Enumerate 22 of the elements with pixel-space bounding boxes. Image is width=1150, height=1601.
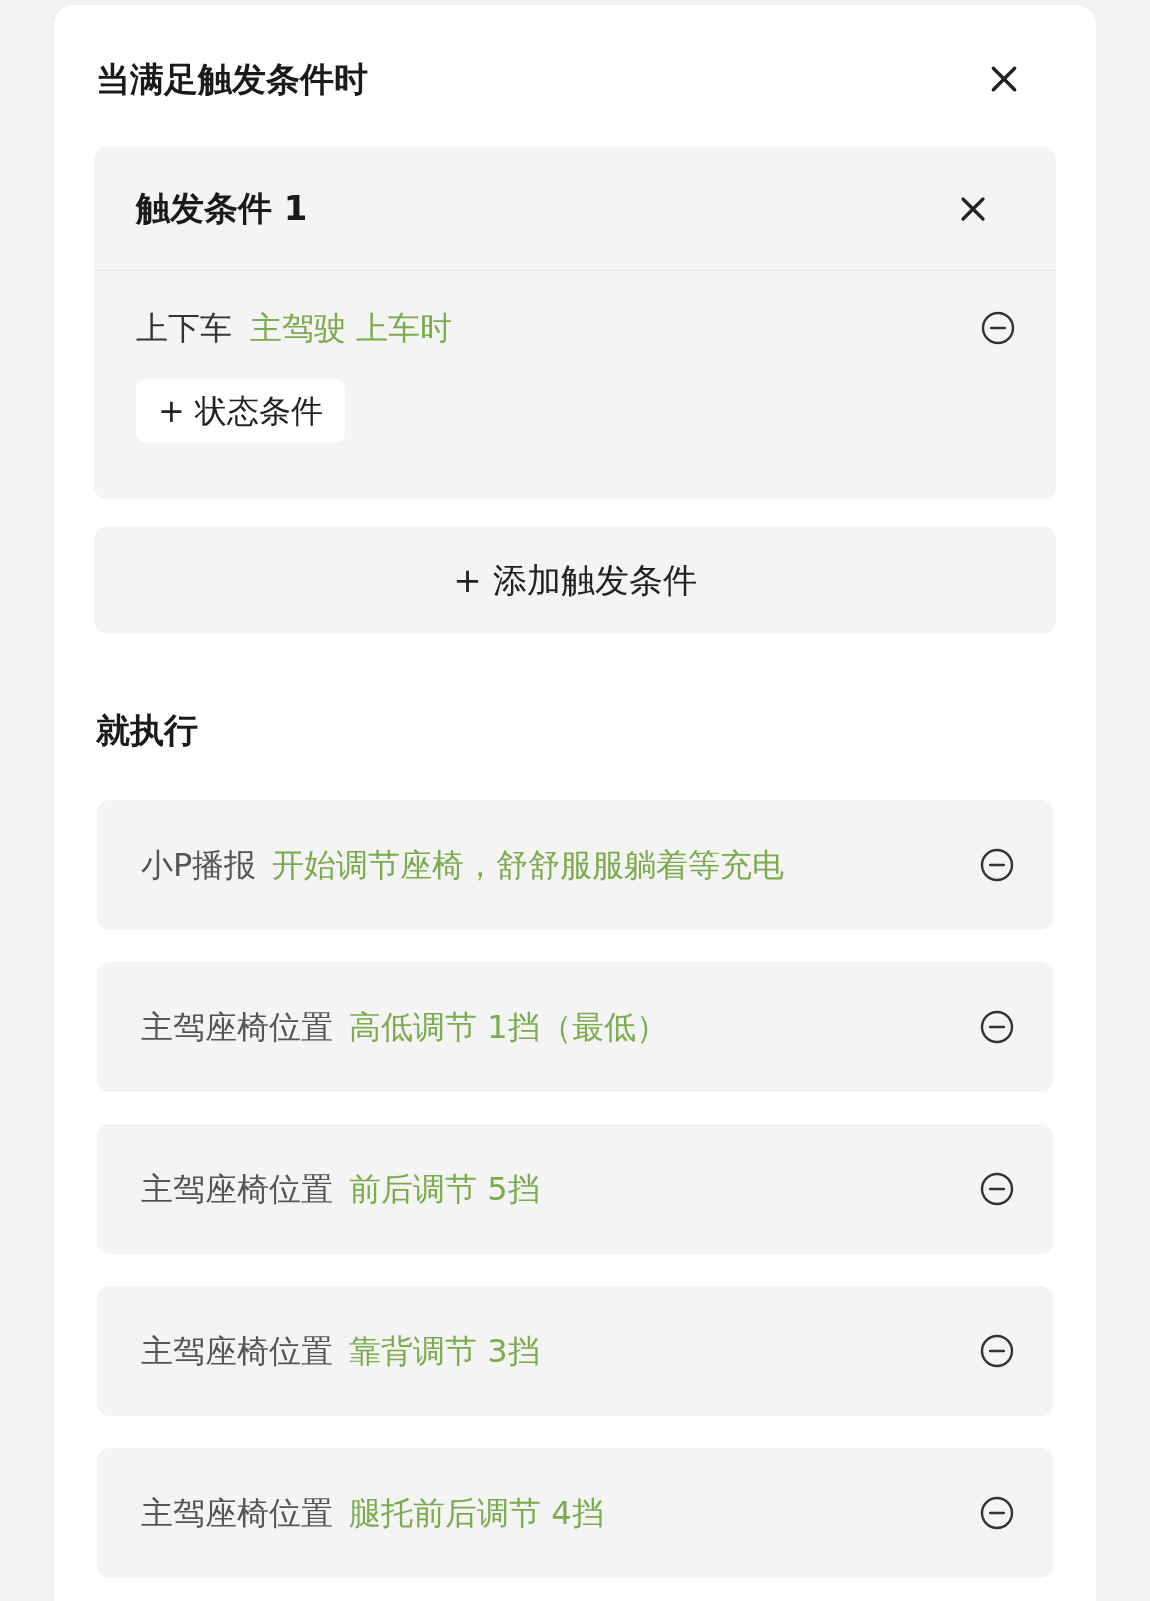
remove-icon[interactable] [979,1009,1015,1045]
remove-icon[interactable] [979,1171,1015,1207]
condition-text: 上下车 主驾驶 上车时 [136,308,453,349]
section-title: 当满足触发条件时 [96,57,368,101]
action-text: 主驾座椅位置 靠背调节 3挡 [141,1331,540,1372]
action-text: 主驾座椅位置 高低调节 1挡（最低） [141,1007,668,1048]
action-card[interactable]: 主驾座椅位置 靠背调节 3挡 [97,1286,1053,1416]
remove-icon[interactable] [979,1333,1015,1369]
action-card[interactable]: 主驾座椅位置 高低调节 1挡（最低） [97,962,1053,1092]
action-text: 小P播报 开始调节座椅，舒舒服服躺着等充电 [141,845,785,886]
add-state-condition-button[interactable]: + 状态条件 [136,379,345,443]
action-text: 主驾座椅位置 腿托前后调节 4挡 [141,1493,604,1534]
action-card[interactable]: 小P播报 开始调节座椅，舒舒服服躺着等充电 [97,800,1053,930]
add-trigger-button[interactable]: + 添加触发条件 [94,527,1056,633]
trigger-title: 触发条件 1 [136,187,308,230]
remove-icon[interactable] [979,847,1015,883]
section-title: 就执行 [96,710,198,750]
action-card[interactable]: 主驾座椅位置 前后调节 5挡 [97,1124,1053,1254]
action-text: 主驾座椅位置 前后调节 5挡 [141,1169,540,1210]
remove-icon[interactable] [979,1495,1015,1531]
action-card[interactable]: 主驾座椅位置 腿托前后调节 4挡 [97,1448,1053,1578]
remove-icon[interactable] [980,310,1016,346]
